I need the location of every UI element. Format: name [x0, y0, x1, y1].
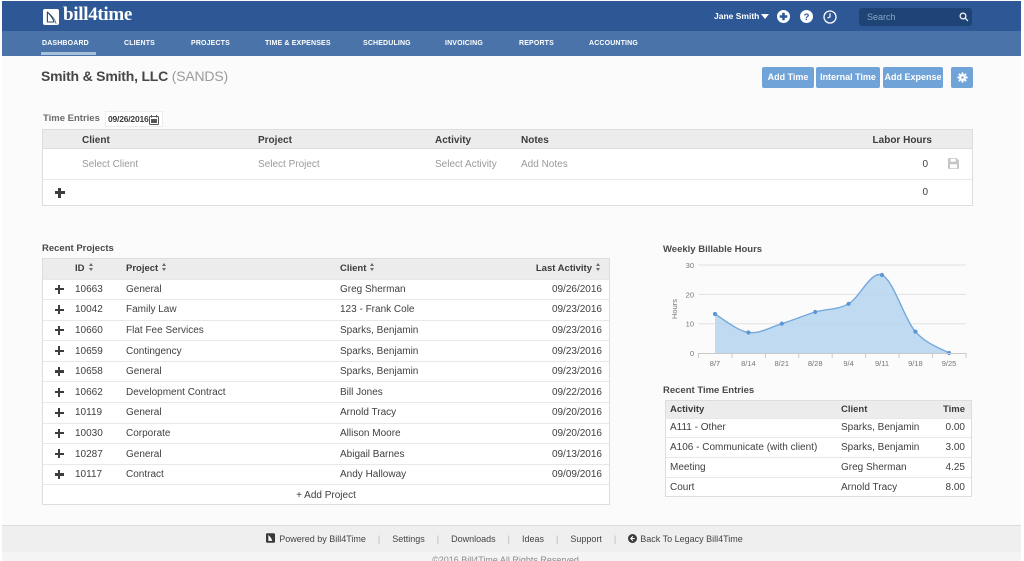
svg-text:30: 30	[686, 261, 694, 270]
svg-text:9/4: 9/4	[843, 359, 853, 368]
svg-text:8/14: 8/14	[741, 359, 756, 368]
svg-text:Hours: Hours	[670, 299, 679, 319]
svg-text:10: 10	[686, 320, 694, 329]
svg-text:20: 20	[686, 290, 694, 299]
svg-text:9/18: 9/18	[908, 359, 923, 368]
svg-text:9/11: 9/11	[875, 359, 889, 368]
svg-text:9/25: 9/25	[942, 359, 957, 368]
svg-text:?: ?	[804, 12, 810, 23]
svg-text:0: 0	[690, 349, 694, 358]
svg-text:8/21: 8/21	[774, 359, 789, 368]
svg-text:8/28: 8/28	[808, 359, 823, 368]
svg-text:8/7: 8/7	[710, 359, 720, 368]
